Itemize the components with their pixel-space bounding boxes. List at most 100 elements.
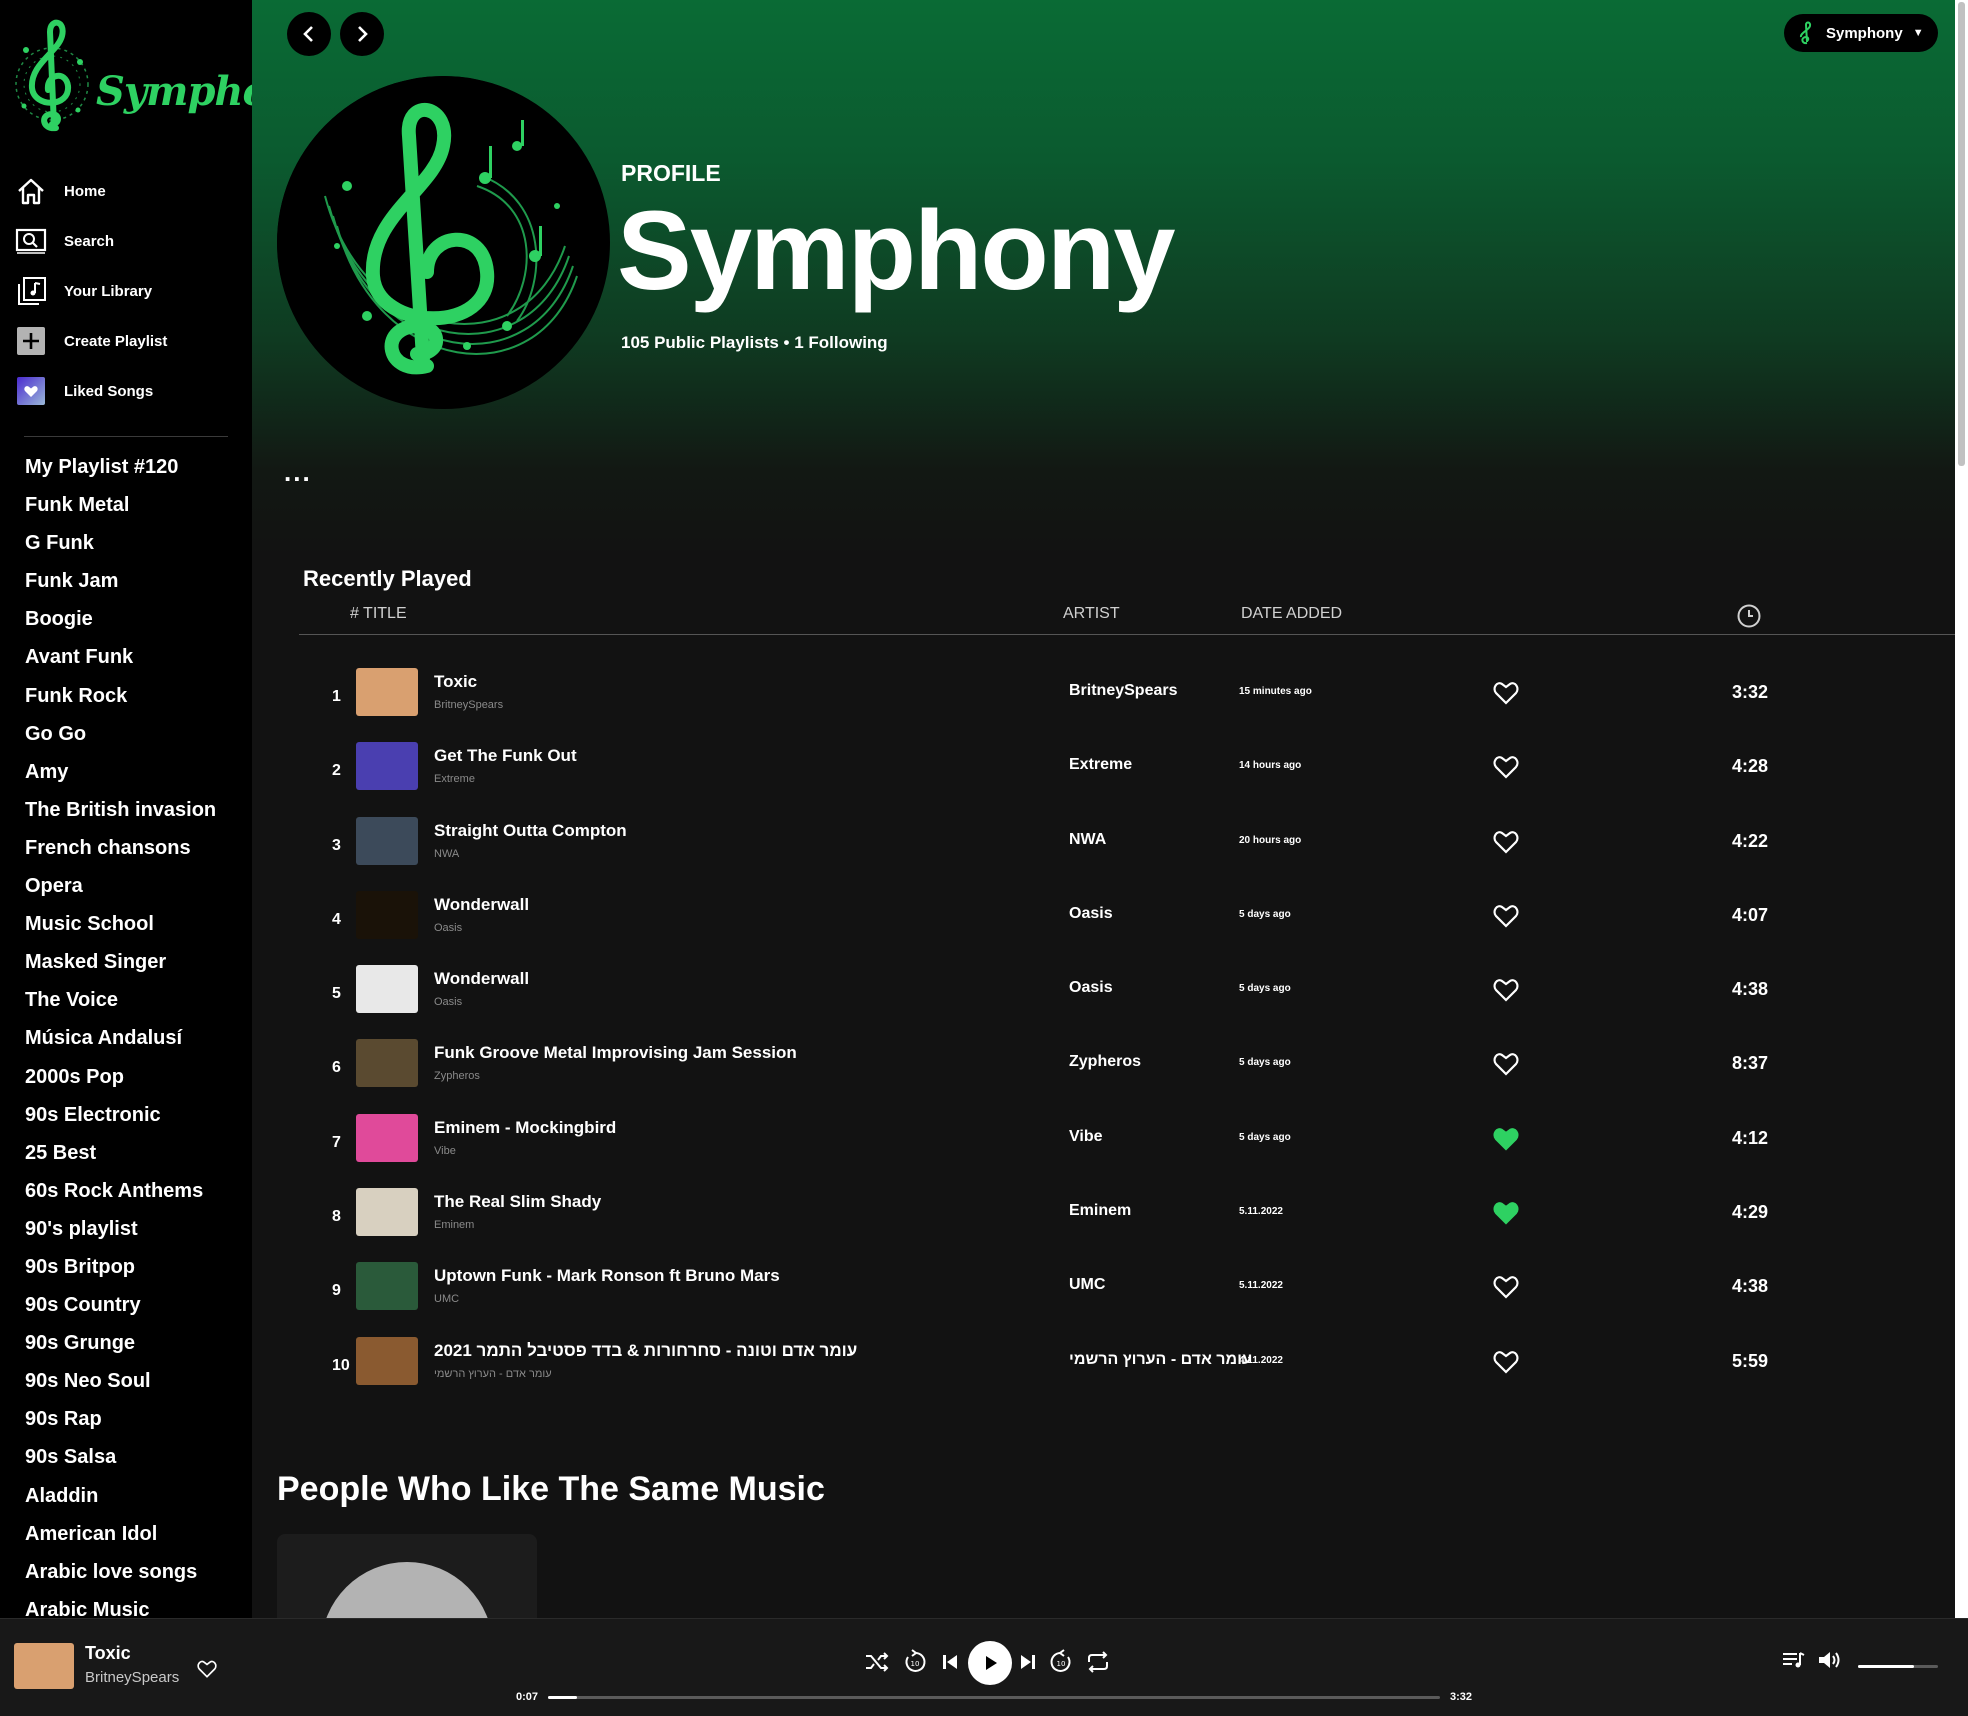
sidebar-playlist-item[interactable]: 90s Grunge xyxy=(25,1324,250,1362)
volume-slider[interactable] xyxy=(1858,1665,1938,1668)
sidebar-playlist-item[interactable]: Avant Funk xyxy=(25,638,250,676)
nav-create-playlist[interactable]: Create Playlist xyxy=(0,316,252,366)
sidebar-playlist-item[interactable]: 90s Neo Soul xyxy=(25,1362,250,1400)
sidebar-playlist-item[interactable]: 90s Salsa xyxy=(25,1438,250,1476)
heart-icon[interactable] xyxy=(1492,1051,1520,1077)
table-row[interactable]: 2 Get The Funk Out Extreme Extreme 14 hours … xyxy=(252,728,1955,802)
sidebar-playlist-item[interactable]: French chansons xyxy=(25,829,250,867)
profile-stats[interactable]: 105 Public Playlists • 1 Following xyxy=(621,333,888,353)
sidebar-playlist-item[interactable]: 25 Best xyxy=(25,1134,250,1172)
sidebar-playlist-item[interactable]: Arabic Music xyxy=(25,1591,250,1618)
track-title[interactable]: Uptown Funk - Mark Ronson ft Bruno Mars xyxy=(434,1266,780,1286)
sidebar-playlist-item[interactable]: The Voice xyxy=(25,981,250,1019)
shuffle-icon[interactable] xyxy=(862,1647,892,1677)
heart-icon[interactable] xyxy=(1492,977,1520,1003)
track-title[interactable]: Wonderwall xyxy=(434,969,529,989)
heart-filled-icon[interactable] xyxy=(1492,1126,1520,1152)
play-button[interactable] xyxy=(968,1641,1012,1685)
sidebar-playlist-item[interactable]: Boogie xyxy=(25,600,250,638)
main-scrollbar[interactable] xyxy=(1955,0,1968,1618)
back-button[interactable] xyxy=(287,12,331,56)
now-playing-artist[interactable]: BritneySpears xyxy=(85,1669,179,1686)
track-artist[interactable]: NWA xyxy=(1069,831,1106,849)
sidebar-playlist-item[interactable]: Amy xyxy=(25,753,250,791)
track-title[interactable]: Eminem - Mockingbird xyxy=(434,1118,616,1138)
table-row[interactable]: 6 Funk Groove Metal Improvising Jam Sessi… xyxy=(252,1025,1955,1099)
track-artist[interactable]: עומר אדם - הערוץ הרשמי xyxy=(1069,1351,1252,1369)
previous-icon[interactable] xyxy=(935,1647,965,1677)
repeat-icon[interactable] xyxy=(1083,1647,1113,1677)
track-artist[interactable]: Oasis xyxy=(1069,905,1113,923)
volume-icon[interactable] xyxy=(1815,1645,1845,1675)
track-title[interactable]: Straight Outta Compton xyxy=(434,821,627,841)
sidebar-playlist-item[interactable]: 90s Rap xyxy=(25,1400,250,1438)
sidebar-playlist-item[interactable]: Opera xyxy=(25,867,250,905)
nav-home[interactable]: Home xyxy=(0,166,252,216)
sidebar-playlist-item[interactable]: 90s Britpop xyxy=(25,1248,250,1286)
sidebar-playlist-item[interactable]: 2000s Pop xyxy=(25,1058,250,1096)
now-playing-title[interactable]: Toxic xyxy=(85,1643,131,1664)
heart-icon[interactable] xyxy=(1492,1274,1520,1300)
sidebar-playlist-item[interactable]: 60s Rock Anthems xyxy=(25,1172,250,1210)
sidebar-playlist-item[interactable]: Aladdin xyxy=(25,1477,250,1515)
rewind-10-icon[interactable]: 10 xyxy=(900,1647,930,1677)
symphony-logo[interactable]: Symphony xyxy=(12,10,252,138)
sidebar-playlist-item[interactable]: G Funk xyxy=(25,524,250,562)
scrollbar-thumb[interactable] xyxy=(1958,2,1965,466)
people-card[interactable] xyxy=(277,1534,537,1618)
heart-icon[interactable] xyxy=(1492,754,1520,780)
track-artist[interactable]: Oasis xyxy=(1069,979,1113,997)
table-row[interactable]: 7 Eminem - Mockingbird Vibe Vibe 5 days ago 4… xyxy=(252,1100,1955,1174)
forward-10-icon[interactable]: 10 xyxy=(1046,1647,1076,1677)
sidebar-playlist-item[interactable]: 90s Country xyxy=(25,1286,250,1324)
track-title[interactable]: The Real Slim Shady xyxy=(434,1192,601,1212)
heart-icon[interactable] xyxy=(1492,680,1520,706)
sidebar-playlist-item[interactable]: Masked Singer xyxy=(25,943,250,981)
sidebar-playlist-item[interactable]: 90's playlist xyxy=(25,1210,250,1248)
track-title[interactable]: Get The Funk Out xyxy=(434,746,577,766)
table-row[interactable]: 3 Straight Outta Compton NWA NWA 20 hours ag… xyxy=(252,803,1955,877)
heart-icon[interactable] xyxy=(1492,829,1520,855)
sidebar-playlist-item[interactable]: Funk Jam xyxy=(25,562,250,600)
table-row[interactable]: 4 Wonderwall Oasis Oasis 5 days ago 4:07 xyxy=(252,877,1955,951)
like-icon[interactable] xyxy=(196,1659,218,1679)
queue-icon[interactable] xyxy=(1778,1645,1808,1675)
track-artist[interactable]: Zypheros xyxy=(1069,1053,1141,1071)
sidebar-playlist-item[interactable]: Music School xyxy=(25,905,250,943)
heart-icon[interactable] xyxy=(1492,903,1520,929)
sidebar-playlist-item[interactable]: 90s Electronic xyxy=(25,1096,250,1134)
track-title[interactable]: Funk Groove Metal Improvising Jam Sessio… xyxy=(434,1043,797,1063)
table-row[interactable]: 8 The Real Slim Shady Eminem Eminem 5.11.202… xyxy=(252,1174,1955,1248)
track-artist[interactable]: BritneySpears xyxy=(1069,682,1178,700)
track-artist[interactable]: Eminem xyxy=(1069,1202,1131,1220)
more-options-button[interactable]: ... xyxy=(284,459,312,485)
sidebar-playlist-item[interactable]: Go Go xyxy=(25,715,250,753)
next-icon[interactable] xyxy=(1013,1647,1043,1677)
track-artist[interactable]: UMC xyxy=(1069,1276,1105,1294)
sidebar-playlist-item[interactable]: American Idol xyxy=(25,1515,250,1553)
nav-liked-songs[interactable]: Liked Songs xyxy=(0,366,252,416)
track-title[interactable]: עומר אדם וטונה - סחרחורות & בדד פסטיבל ה… xyxy=(434,1341,857,1361)
now-playing-cover[interactable] xyxy=(14,1643,74,1689)
sidebar-playlist-item[interactable]: Funk Metal xyxy=(25,486,250,524)
nav-search[interactable]: Search xyxy=(0,216,252,266)
progress-bar[interactable] xyxy=(548,1696,1440,1699)
track-title[interactable]: Wonderwall xyxy=(434,895,529,915)
heart-filled-icon[interactable] xyxy=(1492,1200,1520,1226)
table-row[interactable]: 9 Uptown Funk - Mark Ronson ft Bruno Mars… xyxy=(252,1248,1955,1322)
table-row[interactable]: 10 עומר אדם וטונה - סחרחורות & בדד פסטיבל… xyxy=(252,1323,1955,1397)
user-menu[interactable]: Symphony ▼ xyxy=(1784,14,1938,52)
forward-button[interactable] xyxy=(340,12,384,56)
track-artist[interactable]: Extreme xyxy=(1069,756,1132,774)
track-artist[interactable]: Vibe xyxy=(1069,1128,1103,1146)
sidebar-playlist-item[interactable]: Funk Rock xyxy=(25,677,250,715)
nav-library[interactable]: Your Library xyxy=(0,266,252,316)
table-row[interactable]: 1 Toxic BritneySpears BritneySpears 15 minut… xyxy=(252,654,1955,728)
sidebar-playlist-item[interactable]: Arabic love songs xyxy=(25,1553,250,1591)
sidebar-playlist-item[interactable]: My Playlist #120 xyxy=(25,448,250,486)
sidebar-playlist-item[interactable]: Música Andalusí xyxy=(25,1019,250,1057)
table-row[interactable]: 5 Wonderwall Oasis Oasis 5 days ago 4:38 xyxy=(252,951,1955,1025)
track-title[interactable]: Toxic xyxy=(434,672,477,692)
heart-icon[interactable] xyxy=(1492,1349,1520,1375)
sidebar-playlist-item[interactable]: The British invasion xyxy=(25,791,250,829)
